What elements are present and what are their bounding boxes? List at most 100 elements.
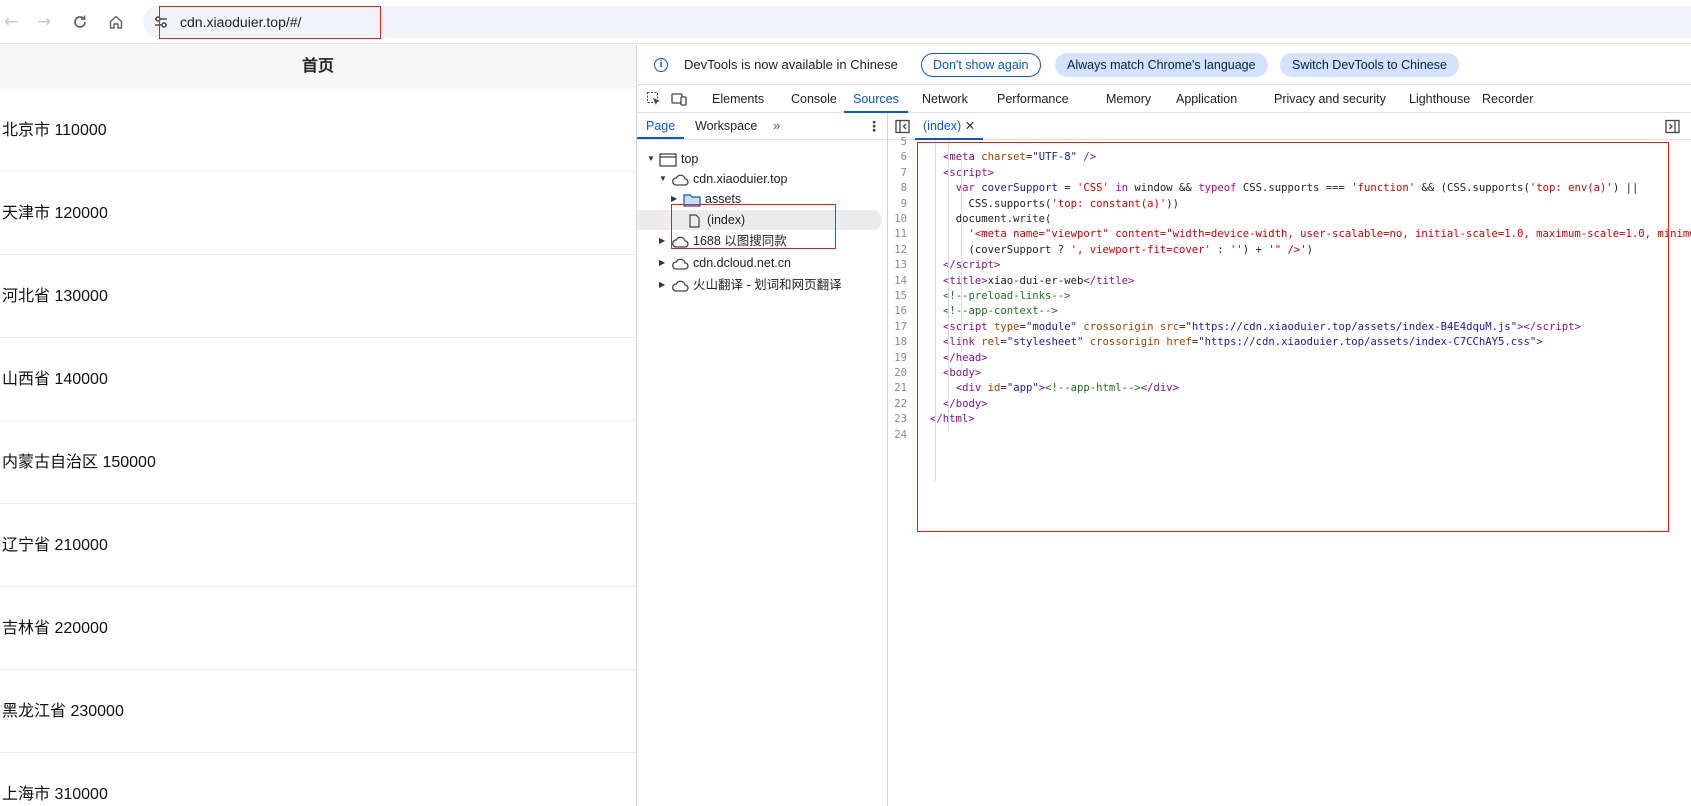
tree-item-assets[interactable]: ▶ assets <box>671 189 741 209</box>
line-number[interactable]: 5 <box>889 135 917 150</box>
expand-arrow-icon[interactable]: ▼ <box>647 149 657 169</box>
site-info-icon[interactable] <box>153 14 169 30</box>
code-content: </html> <box>930 413 975 426</box>
device-toolbar-icon[interactable] <box>671 91 687 107</box>
code-line: 18 <link rel="stylesheet" crossorigin hre… <box>889 335 1691 350</box>
inspect-element-icon[interactable] <box>646 91 662 107</box>
more-tabs-icon[interactable]: » <box>773 118 780 133</box>
url-text[interactable]: cdn.xiaoduier.top/#/ <box>180 14 301 30</box>
tab-elements[interactable]: Elements <box>703 86 773 113</box>
tab-application[interactable]: Application <box>1167 86 1246 113</box>
line-number[interactable]: 10 <box>889 212 917 227</box>
code-content: document.write( <box>943 213 1052 225</box>
collapse-arrow-icon[interactable]: ▶ <box>659 231 669 251</box>
tree-item-1688[interactable]: ▶ 1688 以图搜同款 <box>659 231 787 251</box>
line-number[interactable]: 17 <box>889 320 917 335</box>
tree-item-huoshan[interactable]: ▶ 火山翻译 - 划词和网页翻译 <box>659 275 842 295</box>
code-line: 17 <script type="module" crossorigin src=… <box>889 320 1691 335</box>
line-number[interactable]: 22 <box>889 397 917 412</box>
code-view[interactable]: 5 6 <meta charset="UTF-8" /> 7 <script> 8 var… <box>889 136 1691 806</box>
line-number[interactable]: 14 <box>889 274 917 289</box>
file-tab-label: (index) <box>923 119 962 133</box>
line-number[interactable]: 15 <box>889 289 917 304</box>
forward-icon[interactable]: → <box>33 11 55 33</box>
tree-label: assets <box>705 192 742 206</box>
code-line: 19 </head> <box>889 351 1691 366</box>
list-item[interactable]: 黑龙江省 230000 <box>0 670 636 753</box>
list-item[interactable]: 北京市 110000 <box>0 89 636 172</box>
back-icon[interactable]: ← <box>0 11 22 33</box>
cloud-icon <box>672 174 689 186</box>
tab-privacy-and-security[interactable]: Privacy and security <box>1265 86 1395 113</box>
tab-network[interactable]: Network <box>913 86 977 113</box>
code-line: 5 <box>889 135 1691 150</box>
toggle-navigator-icon[interactable] <box>895 119 910 134</box>
region-list: 北京市 110000 天津市 120000 河北省 130000 山西省 140000… <box>0 89 636 806</box>
address-bar[interactable]: cdn.xiaoduier.top/#/ <box>143 6 1691 38</box>
code-content: <div id="app"><!--app-html--></div> <box>955 382 1180 395</box>
line-number[interactable]: 13 <box>889 258 917 273</box>
collapse-arrow-icon[interactable]: ▶ <box>659 275 669 295</box>
line-number[interactable]: 8 <box>889 181 917 196</box>
home-icon[interactable] <box>105 11 127 33</box>
line-number[interactable]: 20 <box>889 366 917 381</box>
code-line: 9 CSS.supports('top: constant(a)')) <box>889 197 1691 212</box>
line-number[interactable]: 11 <box>889 227 917 242</box>
tab-workspace[interactable]: Workspace <box>686 113 766 139</box>
list-item[interactable]: 河北省 130000 <box>0 255 636 338</box>
list-item[interactable]: 上海市 310000 <box>0 753 636 806</box>
always-match-language-button[interactable]: Always match Chrome's language <box>1055 53 1268 77</box>
list-item[interactable]: 山西省 140000 <box>0 338 636 421</box>
expand-arrow-icon[interactable]: ▼ <box>659 169 669 189</box>
tab-sources[interactable]: Sources <box>844 86 908 113</box>
tab-console[interactable]: Console <box>782 86 846 113</box>
code-line: 15 <!--preload-links--> <box>889 289 1691 304</box>
tree-label: cdn.xiaoduier.top <box>693 172 788 186</box>
close-tab-icon[interactable]: ✕ <box>965 119 975 133</box>
tab-lighthouse[interactable]: Lighthouse <box>1400 86 1479 113</box>
file-icon <box>689 214 700 228</box>
line-number[interactable]: 21 <box>889 381 917 396</box>
code-content: '<meta name="viewport" content="width=de… <box>968 228 1691 241</box>
code-content: </body> <box>943 397 988 410</box>
code-content: (coverSupport ? ', viewport-fit=cover' :… <box>943 243 1313 256</box>
switch-to-chinese-button[interactable]: Switch DevTools to Chinese <box>1280 53 1459 77</box>
list-item[interactable]: 内蒙古自治区 150000 <box>0 421 636 504</box>
line-number[interactable]: 18 <box>889 335 917 350</box>
source-editor: (index) ✕ 5 6 <meta charset="UTF-8" /> 7 <sc… <box>889 113 1691 806</box>
tab-memory[interactable]: Memory <box>1097 86 1160 113</box>
list-item[interactable]: 辽宁省 210000 <box>0 504 636 587</box>
code-content: <link rel="stylesheet" crossorigin href=… <box>943 336 1543 349</box>
code-line: 6 <meta charset="UTF-8" /> <box>889 150 1691 165</box>
code-content: CSS.supports('top: constant(a)')) <box>943 197 1180 210</box>
line-number[interactable]: 24 <box>889 428 917 443</box>
tree-item-top[interactable]: ▼ top <box>647 149 698 169</box>
tab-performance[interactable]: Performance <box>988 86 1078 113</box>
tree-item-cdn-xiaoduier[interactable]: ▼ cdn.xiaoduier.top <box>659 169 788 189</box>
page-title: 首页 <box>0 45 636 89</box>
list-item[interactable]: 吉林省 220000 <box>0 587 636 670</box>
navigator-tabs: Page Workspace » ⋮ <box>637 113 887 140</box>
tree-label: cdn.dcloud.net.cn <box>693 256 791 270</box>
tree-label: 火山翻译 - 划词和网页翻译 <box>693 278 842 292</box>
line-number[interactable]: 19 <box>889 351 917 366</box>
collapse-arrow-icon[interactable]: ▶ <box>659 253 669 273</box>
tree-item-index[interactable]: (index) <box>637 210 882 230</box>
tab-page[interactable]: Page <box>637 113 685 139</box>
folder-icon <box>683 194 701 207</box>
frame-icon <box>659 153 677 167</box>
collapse-arrow-icon[interactable]: ▶ <box>671 189 681 209</box>
line-number[interactable]: 16 <box>889 304 917 319</box>
line-number[interactable]: 7 <box>889 166 917 181</box>
tab-recorder[interactable]: Recorder <box>1473 86 1542 113</box>
line-number[interactable]: 6 <box>889 150 917 165</box>
list-item[interactable]: 天津市 120000 <box>0 172 636 255</box>
line-number[interactable]: 23 <box>889 412 917 427</box>
toggle-debugger-icon[interactable] <box>1665 119 1680 134</box>
tree-item-dcloud[interactable]: ▶ cdn.dcloud.net.cn <box>659 253 791 273</box>
more-options-icon[interactable]: ⋮ <box>867 118 881 135</box>
line-number[interactable]: 12 <box>889 243 917 258</box>
line-number[interactable]: 9 <box>889 197 917 212</box>
reload-icon[interactable] <box>69 11 91 33</box>
dont-show-again-button[interactable]: Don't show again <box>921 53 1041 77</box>
